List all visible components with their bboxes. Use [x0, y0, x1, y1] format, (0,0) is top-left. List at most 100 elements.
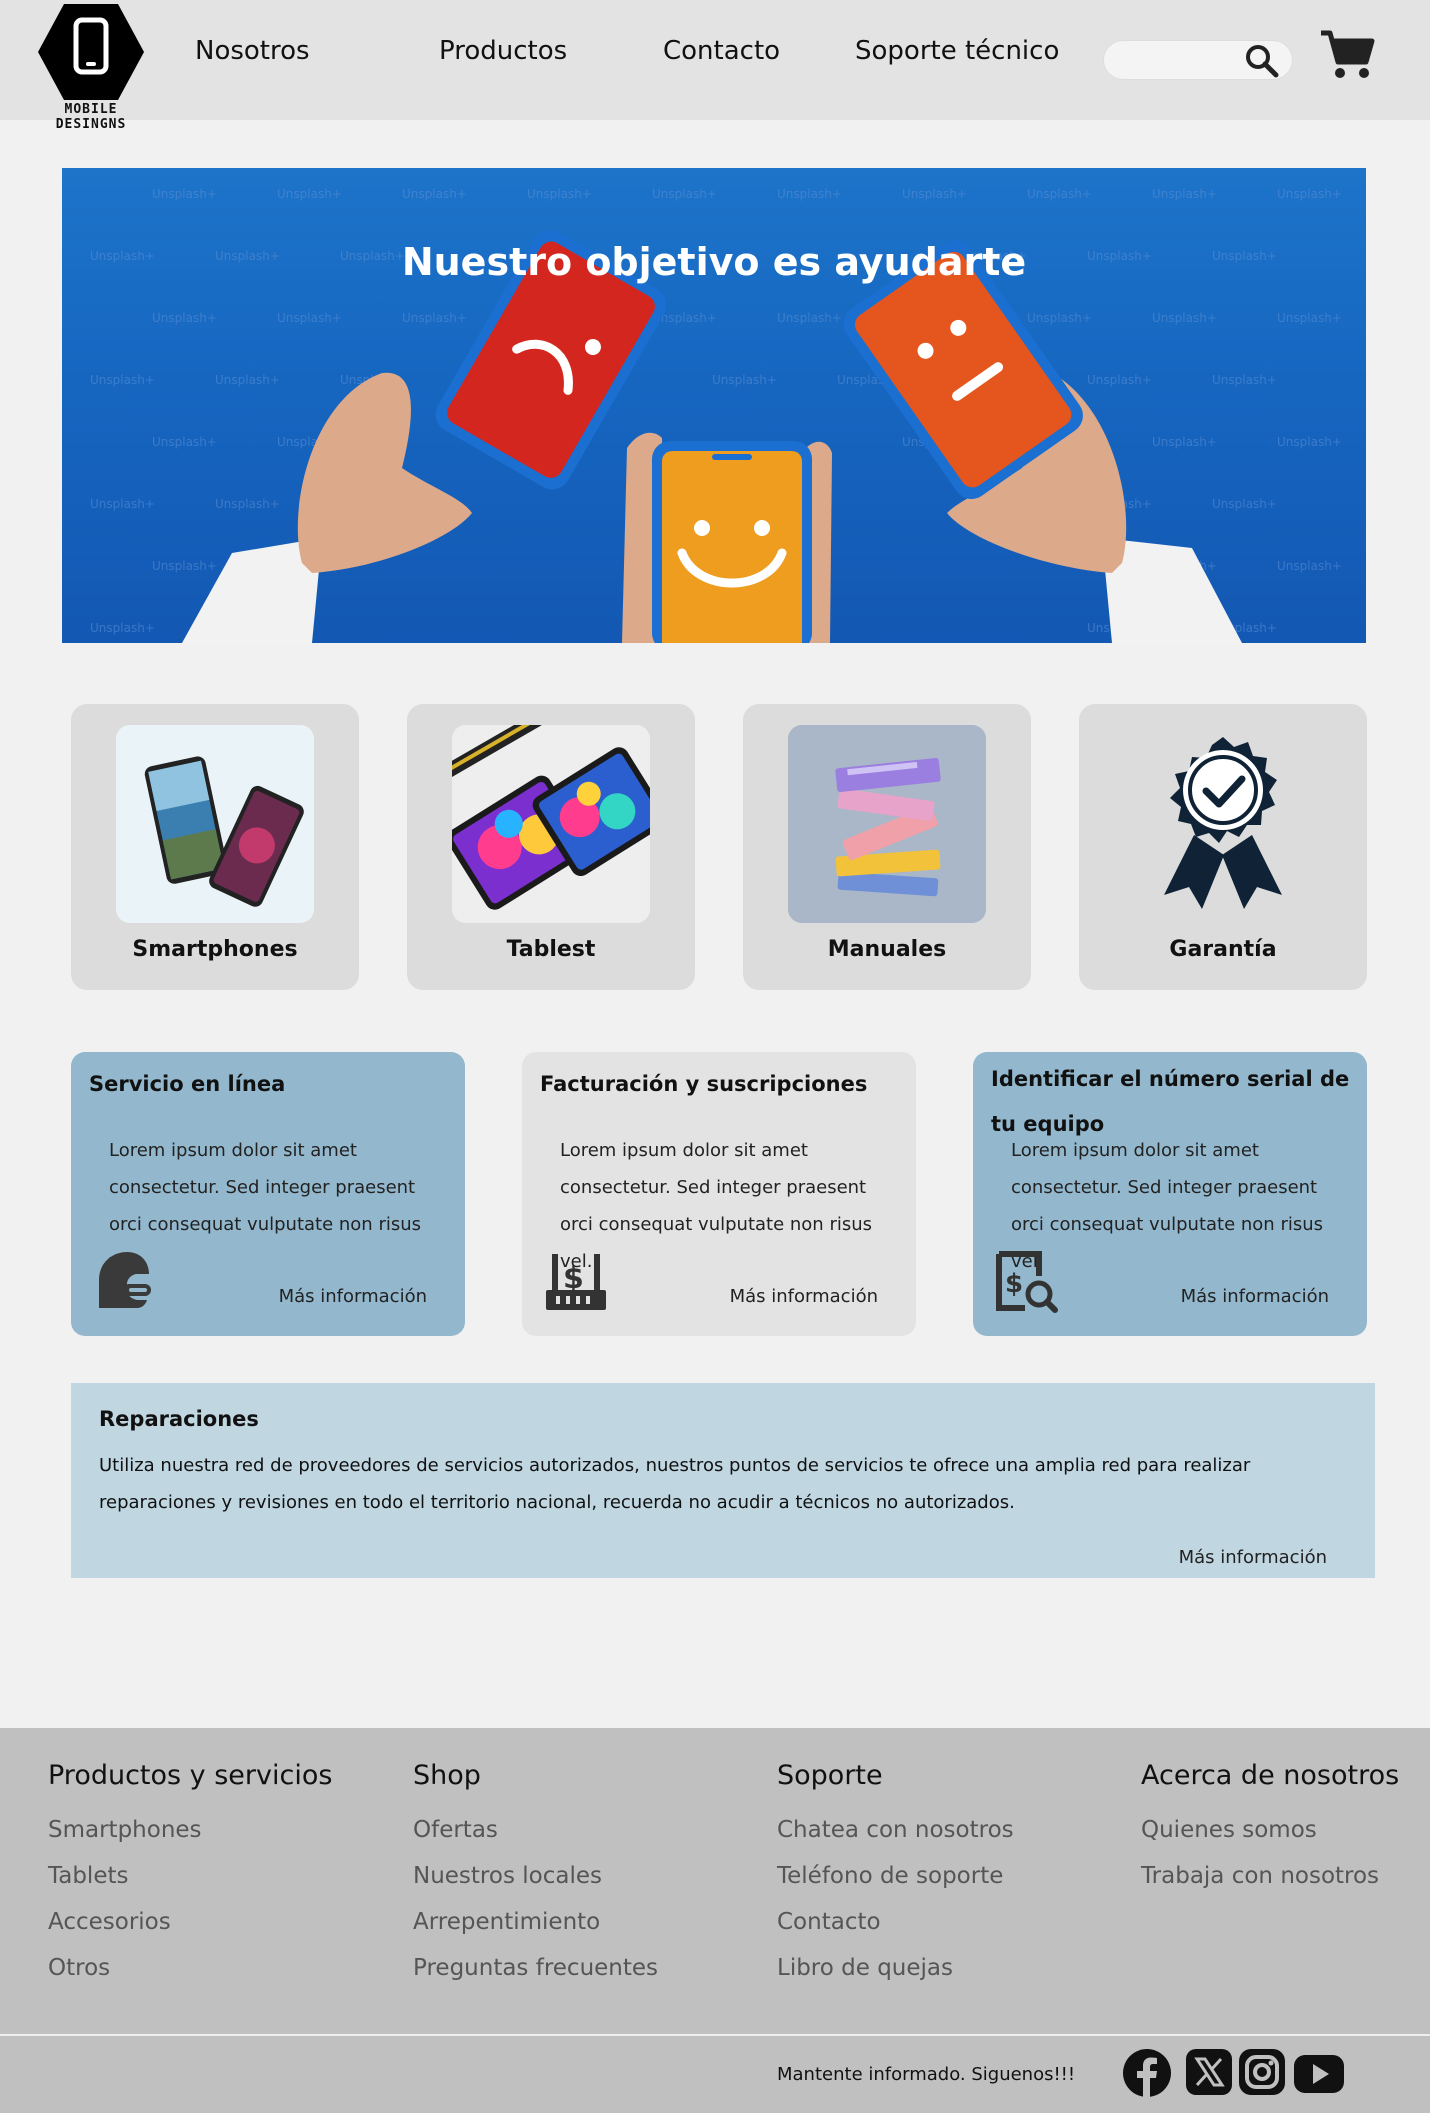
svg-text:Unsplash+: Unsplash+ — [152, 187, 217, 201]
category-garantia[interactable]: Garantía — [1079, 704, 1367, 990]
svg-text:Unsplash+: Unsplash+ — [1277, 311, 1342, 325]
svg-text:Unsplash+: Unsplash+ — [902, 187, 967, 201]
footer-heading: Acerca de nosotros — [1141, 1760, 1400, 1791]
mas-informacion-link[interactable]: Más información — [1179, 1547, 1327, 1568]
footer-link[interactable]: Ofertas — [413, 1817, 658, 1843]
footer-link[interactable]: Teléfono de soporte — [777, 1863, 1014, 1889]
repairs-body: Utiliza nuestra red de proveedores de se… — [99, 1455, 1251, 1513]
site-header: MOBILE DESINGNS Nosotros Productos Conta… — [0, 0, 1430, 132]
svg-text:Unsplash+: Unsplash+ — [1212, 373, 1277, 387]
svg-text:Unsplash+: Unsplash+ — [777, 187, 842, 201]
footer-heading: Productos y servicios — [48, 1760, 333, 1791]
footer-link[interactable]: Arrepentimiento — [413, 1909, 658, 1935]
facebook-icon[interactable] — [1122, 2048, 1172, 2102]
footer-link[interactable]: Nuestros locales — [413, 1863, 658, 1889]
card-title: Facturación y suscripciones — [540, 1072, 868, 1096]
svg-text:Unsplash+: Unsplash+ — [1152, 435, 1217, 449]
svg-text:Unsplash+: Unsplash+ — [777, 311, 842, 325]
info-card-numero-serial: Identificar el número serial de tu equip… — [973, 1052, 1367, 1336]
nav-productos[interactable]: Productos — [439, 36, 567, 66]
books-image — [788, 725, 986, 923]
youtube-icon[interactable] — [1293, 2052, 1345, 2100]
footer-link[interactable]: Smartphones — [48, 1817, 332, 1843]
card-body: Lorem ipsum dolor sit amet consectetur. … — [1011, 1140, 1324, 1272]
nav-soporte-tecnico[interactable]: Soporte técnico — [855, 36, 1059, 66]
card-body: Lorem ipsum dolor sit amet consectetur. … — [109, 1140, 422, 1272]
search-input[interactable] — [1118, 41, 1248, 79]
footer-heading: Soporte — [777, 1760, 883, 1791]
smartphones-image — [116, 725, 314, 923]
svg-text:Unsplash+: Unsplash+ — [90, 373, 155, 387]
footer-column-shop: Shop Ofertas Nuestros locales Arrepentim… — [413, 1760, 658, 1981]
footer-link[interactable]: Contacto — [777, 1909, 1014, 1935]
instagram-icon[interactable] — [1238, 2048, 1286, 2100]
footer-link[interactable]: Chatea con nosotros — [777, 1817, 1014, 1843]
svg-text:Unsplash+: Unsplash+ — [1152, 311, 1217, 325]
svg-text:Unsplash+: Unsplash+ — [712, 373, 777, 387]
svg-text:Unsplash+: Unsplash+ — [152, 435, 217, 449]
svg-text:Unsplash+: Unsplash+ — [1027, 187, 1092, 201]
svg-text:Unsplash+: Unsplash+ — [277, 187, 342, 201]
mas-informacion-link[interactable]: Más información — [1181, 1286, 1329, 1307]
footer-link[interactable]: Otros — [48, 1955, 332, 1981]
tablets-image — [452, 725, 650, 923]
category-tablets[interactable]: Tablest — [407, 704, 695, 990]
footer-link[interactable]: Accesorios — [48, 1909, 332, 1935]
nav-contacto[interactable]: Contacto — [663, 36, 780, 66]
nav-nosotros[interactable]: Nosotros — [195, 36, 310, 66]
svg-text:Unsplash+: Unsplash+ — [277, 311, 342, 325]
logo[interactable]: MOBILE DESINGNS — [26, 2, 156, 132]
svg-text:Unsplash+: Unsplash+ — [402, 187, 467, 201]
svg-text:Unsplash+: Unsplash+ — [152, 559, 217, 573]
category-label: Tablest — [506, 937, 596, 962]
site-footer: Productos y servicios Smartphones Tablet… — [0, 1728, 1430, 2113]
svg-text:Unsplash+: Unsplash+ — [652, 187, 717, 201]
x-icon[interactable] — [1185, 2048, 1233, 2100]
category-manuales[interactable]: Manuales — [743, 704, 1031, 990]
svg-text:Unsplash+: Unsplash+ — [1277, 559, 1342, 573]
svg-text:Unsplash+: Unsplash+ — [527, 187, 592, 201]
hero-banner: Unsplash+ Unsplash+ Unsplash+ Unsplash+ Unsp… — [62, 168, 1366, 643]
footer-column-soporte: Soporte Chatea con nosotros Teléfono de … — [777, 1760, 1014, 1981]
footer-column-acerca: Acerca de nosotros Quienes somos Trabaja… — [1141, 1760, 1399, 1889]
search-icon[interactable] — [1244, 43, 1280, 83]
svg-text:Unsplash+: Unsplash+ — [90, 621, 155, 635]
hero-title: Nuestro objetivo es ayudarte — [401, 240, 1027, 284]
svg-text:Unsplash+: Unsplash+ — [1152, 187, 1217, 201]
svg-text:Unsplash+: Unsplash+ — [215, 497, 280, 511]
footer-link[interactable]: Quienes somos — [1141, 1817, 1399, 1843]
mas-informacion-link[interactable]: Más información — [730, 1286, 878, 1307]
svg-text:Unsplash+: Unsplash+ — [1212, 497, 1277, 511]
svg-text:Unsplash+: Unsplash+ — [402, 311, 467, 325]
phone-logo-icon — [38, 4, 144, 100]
svg-text:Unsplash+: Unsplash+ — [1027, 311, 1092, 325]
svg-text:$: $ — [1005, 1269, 1023, 1299]
logo-text: MOBILE DESINGNS — [55, 102, 127, 132]
footer-divider — [0, 2034, 1430, 2036]
serial-search-icon: $ — [995, 1248, 1059, 1318]
repairs-section: Reparaciones Utiliza nuestra red de prov… — [71, 1383, 1375, 1578]
category-label: Garantía — [1169, 937, 1277, 962]
search-bar — [1103, 40, 1293, 80]
follow-text: Mantente informado. Siguenos!!! — [777, 2064, 1076, 2085]
billing-icon: $ — [544, 1248, 608, 1318]
mas-informacion-link[interactable]: Más información — [279, 1286, 427, 1307]
award-badge-icon — [1124, 725, 1322, 923]
footer-link[interactable]: Tablets — [48, 1863, 332, 1889]
category-smartphones[interactable]: Smartphones — [71, 704, 359, 990]
svg-text:Unsplash+: Unsplash+ — [1277, 187, 1342, 201]
svg-text:Unsplash+: Unsplash+ — [90, 497, 155, 511]
card-body: Lorem ipsum dolor sit amet consectetur. … — [560, 1140, 873, 1272]
cart-icon[interactable] — [1318, 28, 1376, 86]
category-label: Manuales — [827, 937, 947, 962]
svg-text:Unsplash+: Unsplash+ — [215, 373, 280, 387]
footer-link[interactable]: Trabaja con nosotros — [1141, 1863, 1399, 1889]
headset-icon — [93, 1248, 153, 1318]
footer-heading: Shop — [413, 1760, 481, 1791]
category-label: Smartphones — [132, 937, 298, 962]
svg-text:$: $ — [563, 1261, 584, 1296]
footer-link[interactable]: Preguntas frecuentes — [413, 1955, 658, 1981]
svg-text:Unsplash+: Unsplash+ — [1277, 435, 1342, 449]
footer-link[interactable]: Libro de quejas — [777, 1955, 1014, 1981]
svg-text:Unsplash+: Unsplash+ — [1087, 373, 1152, 387]
